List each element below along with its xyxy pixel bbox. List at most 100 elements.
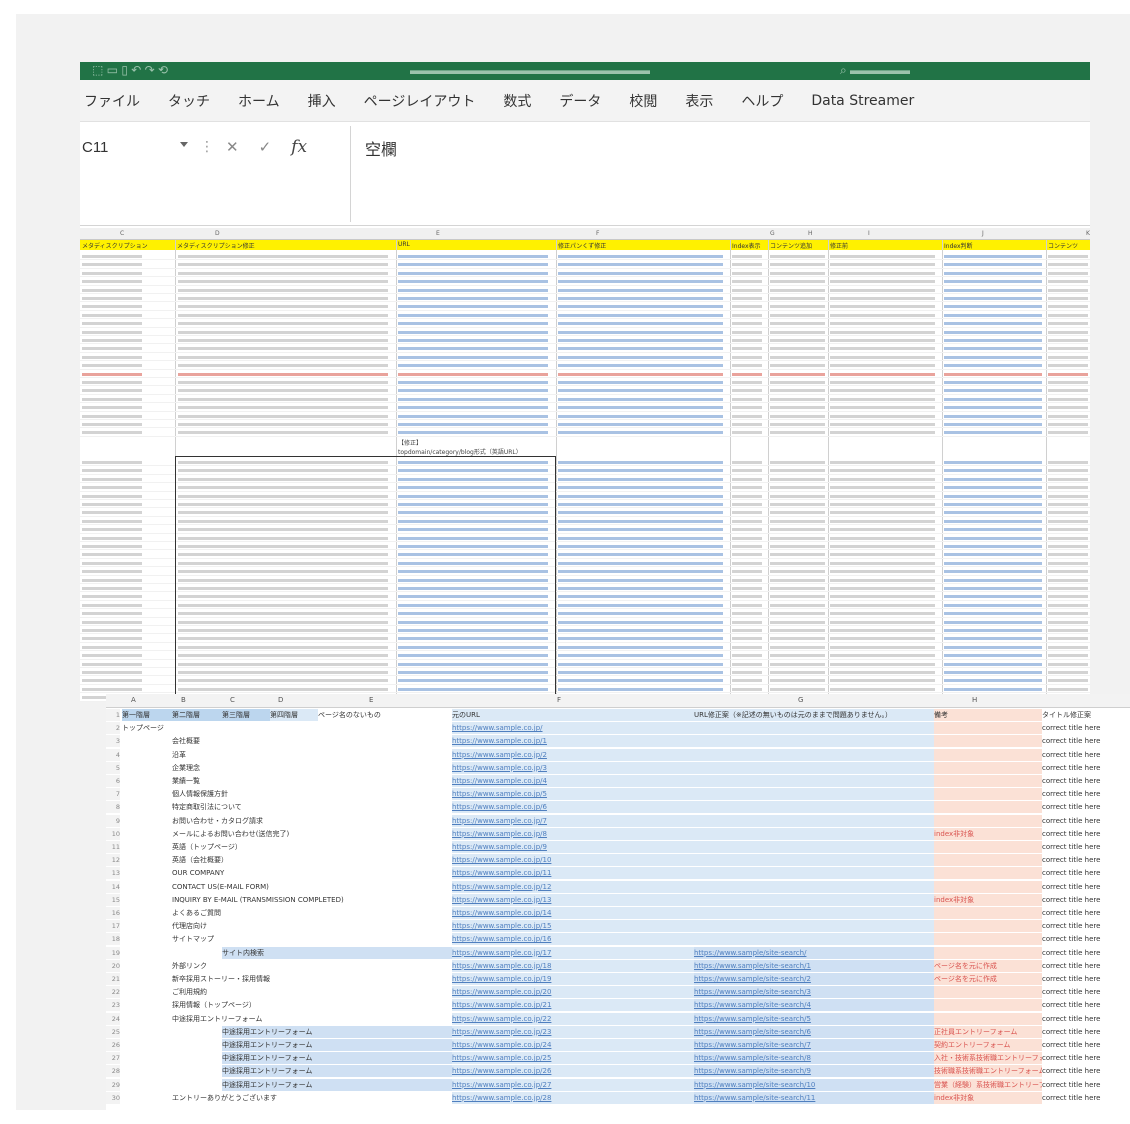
original-url-link[interactable]: https://www.sample.co.jp/1 [452, 735, 694, 748]
page-name-cell[interactable]: 英語（会社概要） [172, 854, 452, 866]
note-cell[interactable] [934, 775, 1042, 787]
top-col-letter-h[interactable]: H [808, 230, 813, 237]
row-number[interactable]: 30 [106, 1091, 120, 1104]
top-data-row[interactable] [80, 353, 1090, 362]
top-data-row[interactable] [80, 370, 1090, 378]
row-number[interactable]: 1 [106, 709, 120, 721]
original-url-link[interactable]: https://www.sample.co.jp/24 [452, 1039, 694, 1051]
title-fix-cell[interactable]: correct title here [1042, 854, 1130, 866]
top-col-letter-k[interactable]: K [1086, 230, 1090, 237]
original-url-link[interactable]: https://www.sample.co.jp/15 [452, 920, 694, 933]
page-name-cell[interactable]: ご利用規約 [172, 986, 452, 998]
bottom-table-row[interactable]: 8 特定商取引法について https://www.sample.co.jp/6 cor… [106, 801, 1130, 814]
ribbon-tab-9[interactable]: ヘルプ [741, 91, 783, 111]
title-fix-cell[interactable]: correct title here [1042, 920, 1130, 932]
page-name-cell[interactable]: 英語（トップページ） [172, 841, 452, 853]
note-cell[interactable] [934, 1012, 1042, 1025]
top-col-letter-j[interactable]: J [982, 230, 984, 237]
title-fix-cell[interactable]: correct title here [1042, 947, 1130, 959]
top-spreadsheet-grid[interactable]: C D E F G H I J K メタディスクリプション メタディスクリプション修正 URL 修正パ… [80, 228, 1090, 702]
bottom-table-row[interactable]: 25 中途採用エントリーフォーム https://www.sample.co.jp/… [106, 1025, 1130, 1038]
title-fix-cell[interactable]: correct title here [1042, 1052, 1130, 1064]
row-number[interactable]: 28 [106, 1065, 120, 1078]
new-url-cell[interactable]: https://www.sample/site-search/10 [694, 1078, 934, 1091]
bottom-table-row[interactable]: 7 個人情報保護方針 https://www.sample.co.jp/5 corre… [106, 788, 1130, 801]
page-name-cell[interactable]: 特定商取引法について [172, 801, 452, 813]
page-name-cell[interactable]: 中途採用エントリーフォーム [222, 1078, 452, 1091]
bottom-cell-b[interactable]: 第二階層 [172, 709, 222, 721]
top-data-row[interactable] [80, 420, 1090, 429]
bottom-col-letter-d[interactable]: D [278, 696, 283, 704]
original-url-link[interactable]: https://www.sample.co.jp/28 [452, 1091, 694, 1104]
row-number[interactable]: 20 [106, 959, 120, 972]
page-name-cell[interactable]: CONTACT US(E-MAIL FORM) [172, 881, 452, 893]
page-name-cell[interactable]: 新卒採用ストーリー・採用情報 [172, 973, 452, 985]
title-fix-cell[interactable]: correct title here [1042, 1092, 1130, 1104]
bottom-table-row[interactable]: 4 沿革 https://www.sample.co.jp/2 correct tit… [106, 748, 1130, 761]
row-number[interactable]: 29 [106, 1078, 120, 1091]
row-number[interactable]: 24 [106, 1012, 120, 1025]
row-number[interactable]: 3 [106, 735, 120, 748]
bottom-table-row[interactable]: 9 お問い合わせ・カタログ請求 https://www.sample.co.jp/7… [106, 814, 1130, 827]
bottom-cell-h[interactable]: 備考 [934, 709, 1042, 721]
bottom-col-letter-g[interactable]: G [798, 696, 803, 704]
bottom-table-row[interactable]: 3 会社概要 https://www.sample.co.jp/1 correct t… [106, 735, 1130, 748]
bottom-col-letter-h[interactable]: H [972, 696, 977, 704]
bottom-table-row[interactable]: 20 外部リンク https://www.sample.co.jp/18 https:… [106, 959, 1130, 972]
original-url-link[interactable]: https://www.sample.co.jp/10 [452, 854, 694, 867]
bottom-col-letter-b[interactable]: B [181, 696, 186, 704]
title-fix-cell[interactable]: correct title here [1042, 762, 1130, 774]
bottom-table-row[interactable]: 28 中途採用エントリーフォーム https://www.sample.co.jp/… [106, 1065, 1130, 1078]
page-name-cell[interactable]: お問い合わせ・カタログ請求 [172, 815, 452, 827]
bottom-spreadsheet[interactable]: A B C D E F G H 1 第一階層 第二階層 第三階層 第四階層 ページ名のないもの 元のURL… [106, 694, 1130, 1110]
original-url-link[interactable]: https://www.sample.co.jp/4 [452, 775, 694, 787]
top-data-row[interactable] [80, 302, 1090, 311]
page-name-cell[interactable]: 中途採用エントリーフォーム [172, 1013, 452, 1025]
ribbon-tab-5[interactable]: 数式 [503, 91, 531, 111]
note-cell[interactable] [934, 986, 1042, 999]
row-number[interactable]: 18 [106, 933, 120, 946]
original-url-link[interactable]: https://www.sample.co.jp/7 [452, 814, 694, 827]
row-number[interactable]: 21 [106, 973, 120, 985]
original-url-link[interactable]: https://www.sample.co.jp/6 [452, 801, 694, 814]
original-url-link[interactable]: https://www.sample.co.jp/9 [452, 841, 694, 853]
note-cell[interactable]: 契約エントリーフォーム [934, 1039, 1042, 1051]
top-data-row[interactable] [80, 269, 1090, 278]
chevron-down-icon[interactable] [180, 142, 188, 147]
page-name-cell[interactable]: エントリーありがとうございます [172, 1092, 452, 1104]
row-number[interactable]: 5 [106, 761, 120, 774]
note-cell[interactable] [934, 841, 1042, 853]
bottom-cell-d[interactable]: 第四階層 [270, 709, 318, 721]
row-number[interactable]: 2 [106, 722, 120, 735]
ribbon-tab-6[interactable]: データ [559, 91, 601, 111]
note-cell[interactable] [934, 880, 1042, 893]
ribbon-tab-10[interactable]: Data Streamer [811, 93, 914, 109]
row-number[interactable]: 12 [106, 854, 120, 867]
new-url-cell[interactable] [694, 880, 934, 893]
note-cell[interactable]: 技術職系技術職エントリーフォーム [934, 1065, 1042, 1078]
page-name-cell[interactable]: 業績一覧 [172, 775, 452, 787]
top-data-row[interactable] [80, 403, 1090, 412]
note-cell[interactable]: 正社員エントリーフォーム [934, 1025, 1042, 1038]
note-cell[interactable]: 入社・技術系技術職エントリーフォーム [934, 1052, 1042, 1065]
new-url-cell[interactable]: https://www.sample/site-search/11 [694, 1091, 934, 1104]
bottom-table-row[interactable]: 5 企業理念 https://www.sample.co.jp/3 correct t… [106, 761, 1130, 774]
page-name-cell[interactable]: 中途採用エントリーフォーム [222, 1039, 452, 1051]
title-fix-cell[interactable]: correct title here [1042, 1026, 1130, 1038]
bottom-cell-f[interactable]: 元のURL [452, 709, 694, 721]
page-name-cell[interactable]: サイト内検索 [222, 946, 452, 959]
top-col-letter-f[interactable]: F [596, 230, 599, 237]
row-number[interactable]: 15 [106, 893, 120, 906]
bottom-table-row[interactable]: 17 代理店向け https://www.sample.co.jp/15 correc… [106, 920, 1130, 933]
bottom-table-row[interactable]: 12 英語（会社概要） https://www.sample.co.jp/10 cor… [106, 854, 1130, 867]
top-data-row[interactable] [80, 328, 1090, 336]
bottom-col-letter-c[interactable]: C [230, 696, 235, 704]
ribbon-tab-2[interactable]: ホーム [238, 91, 280, 111]
note-cell[interactable] [934, 788, 1042, 801]
original-url-link[interactable]: https://www.sample.co.jp/26 [452, 1065, 694, 1078]
new-url-cell[interactable] [694, 920, 934, 933]
top-data-row[interactable] [80, 260, 1090, 269]
row-number[interactable]: 8 [106, 801, 120, 814]
top-data-row[interactable] [80, 395, 1090, 404]
new-url-cell[interactable] [694, 814, 934, 827]
